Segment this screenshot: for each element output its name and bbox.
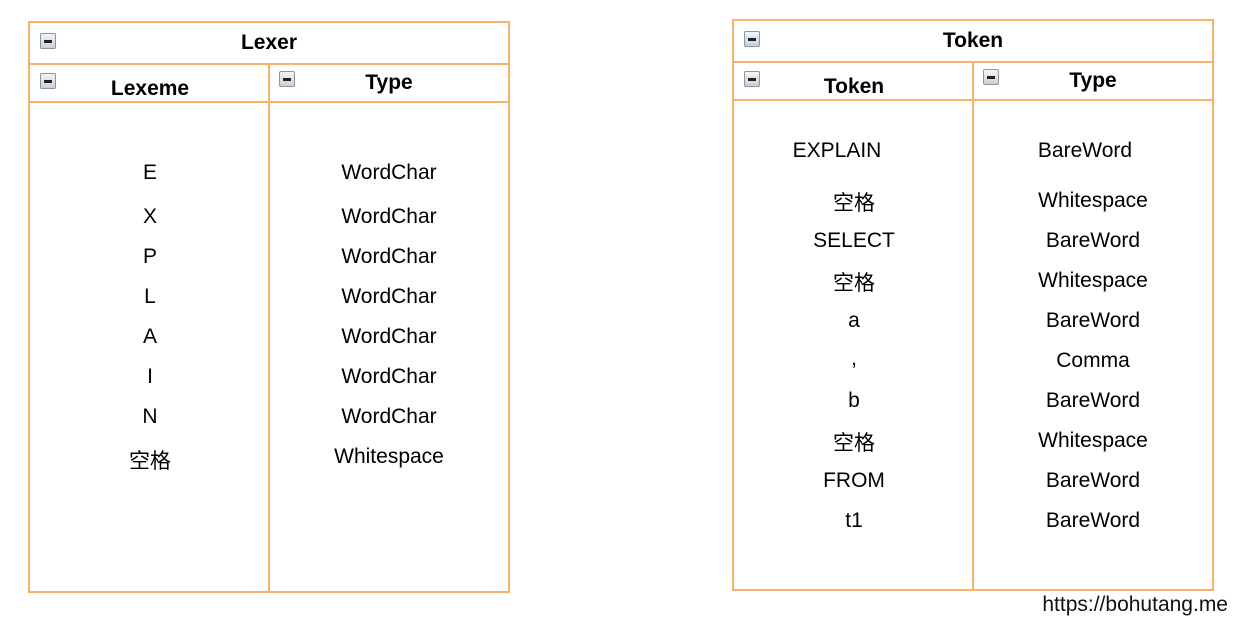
token-type-cell: Whitespace — [1038, 269, 1148, 292]
lexer-table: Lexer Lexeme E X P L A I N 空格 Type WordC… — [28, 21, 510, 593]
lexer-type-cell: WordChar — [341, 325, 437, 348]
lexeme-header-label: Lexeme — [110, 77, 190, 100]
token-type-cell: BareWord — [1045, 229, 1141, 252]
lexer-type-column-header: Type — [270, 63, 508, 103]
lexeme-cell: 空格 — [129, 450, 171, 473]
token-header-label: Token — [823, 75, 885, 98]
lexer-type-cell: Whitespace — [334, 445, 444, 468]
token-type-column: Type BareWord Whitespace BareWord Whites… — [972, 61, 1212, 589]
token-cell: , — [851, 347, 857, 370]
token-type-cell: Whitespace — [1038, 189, 1148, 212]
token-type-header-label: Type — [1069, 69, 1117, 92]
token-title-bar: Token — [734, 21, 1212, 63]
credit-link[interactable]: https://bohutang.me — [1042, 593, 1228, 617]
token-type-cell: Comma — [1056, 349, 1130, 372]
lexer-title-bar: Lexer — [30, 23, 508, 65]
token-type-cell: Whitespace — [1038, 429, 1148, 452]
token-column: Token EXPLAIN 空格 SELECT 空格 a , b 空格 FROM… — [734, 61, 974, 589]
lexer-type-cell: WordChar — [341, 285, 437, 308]
token-type-cell: BareWord — [1045, 309, 1141, 332]
token-type-cell: BareWord — [1045, 469, 1141, 492]
lexeme-cell: I — [147, 365, 153, 388]
lexer-type-cell: WordChar — [341, 205, 437, 228]
lexeme-cell: L — [144, 285, 156, 308]
token-type-column-header: Type — [974, 61, 1212, 101]
lexer-type-cell: WordChar — [341, 365, 437, 388]
lexeme-cell: P — [142, 245, 157, 268]
lexer-type-cell: WordChar — [341, 245, 437, 268]
lexeme-cell: A — [142, 325, 157, 348]
token-cell: 空格 — [833, 272, 875, 295]
token-column-header: Token — [734, 61, 974, 101]
lexeme-cell: E — [142, 161, 157, 184]
lexer-title: Lexer — [240, 31, 298, 54]
lexer-type-header-label: Type — [365, 71, 413, 94]
token-cell: 空格 — [833, 192, 875, 215]
token-type-cell: BareWord — [1037, 139, 1133, 162]
token-cell: FROM — [823, 469, 885, 492]
lexer-type-column: Type WordChar WordChar WordChar WordChar… — [268, 63, 508, 591]
lexeme-column-header: Lexeme — [30, 63, 270, 103]
token-title: Token — [942, 29, 1004, 52]
token-cell: t1 — [845, 509, 863, 532]
token-type-cell: BareWord — [1045, 389, 1141, 412]
token-table: Token Token EXPLAIN 空格 SELECT 空格 a , b 空… — [732, 19, 1214, 591]
token-cell: SELECT — [813, 229, 895, 252]
token-cell: b — [848, 389, 860, 412]
lexer-type-cell: WordChar — [341, 161, 437, 184]
lexer-type-cell: WordChar — [341, 405, 437, 428]
token-type-cell: BareWord — [1045, 509, 1141, 532]
token-cell: a — [848, 309, 860, 332]
token-cell: 空格 — [833, 432, 875, 455]
lexeme-cell: N — [142, 405, 158, 428]
token-cell: EXPLAIN — [792, 139, 882, 162]
lexeme-column: Lexeme E X P L A I N 空格 — [30, 63, 270, 591]
lexeme-cell: X — [142, 205, 157, 228]
